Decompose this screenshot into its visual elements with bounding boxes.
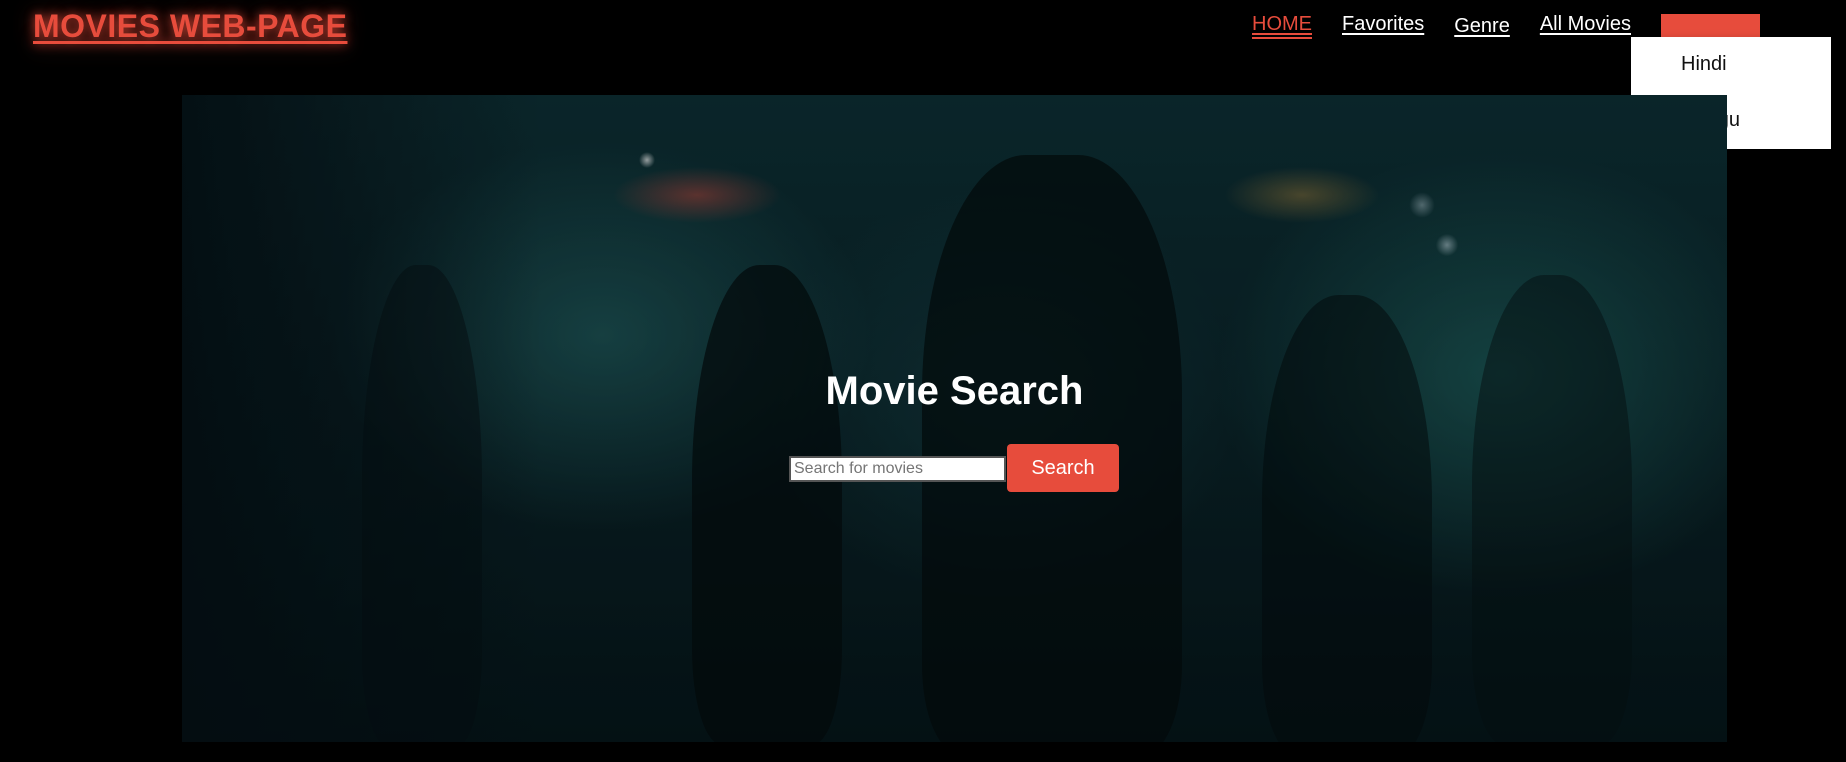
nav-genre-link[interactable]: Genre: [1454, 14, 1510, 38]
search-button[interactable]: Search: [1007, 444, 1119, 492]
site-logo-link[interactable]: MOVIES WEB-PAGE: [33, 8, 347, 45]
language-dropdown-button[interactable]: [1661, 14, 1760, 38]
nav-all-movies-link[interactable]: All Movies: [1540, 12, 1631, 36]
hero-banner: Movie Search Search: [182, 95, 1727, 742]
hero-title: Movie Search: [825, 369, 1084, 413]
nav-home-link[interactable]: HOME: [1252, 12, 1312, 39]
nav-favorites-link[interactable]: Favorites: [1342, 12, 1424, 36]
search-input[interactable]: [789, 456, 1006, 482]
page: MOVIES WEB-PAGE HOME Favorites Genre All…: [0, 0, 1846, 762]
main-nav: HOME Favorites Genre All Movies: [1252, 12, 1661, 42]
language-option-hindi[interactable]: Hindi: [1681, 53, 1727, 76]
hero-overlay: [182, 95, 1727, 742]
